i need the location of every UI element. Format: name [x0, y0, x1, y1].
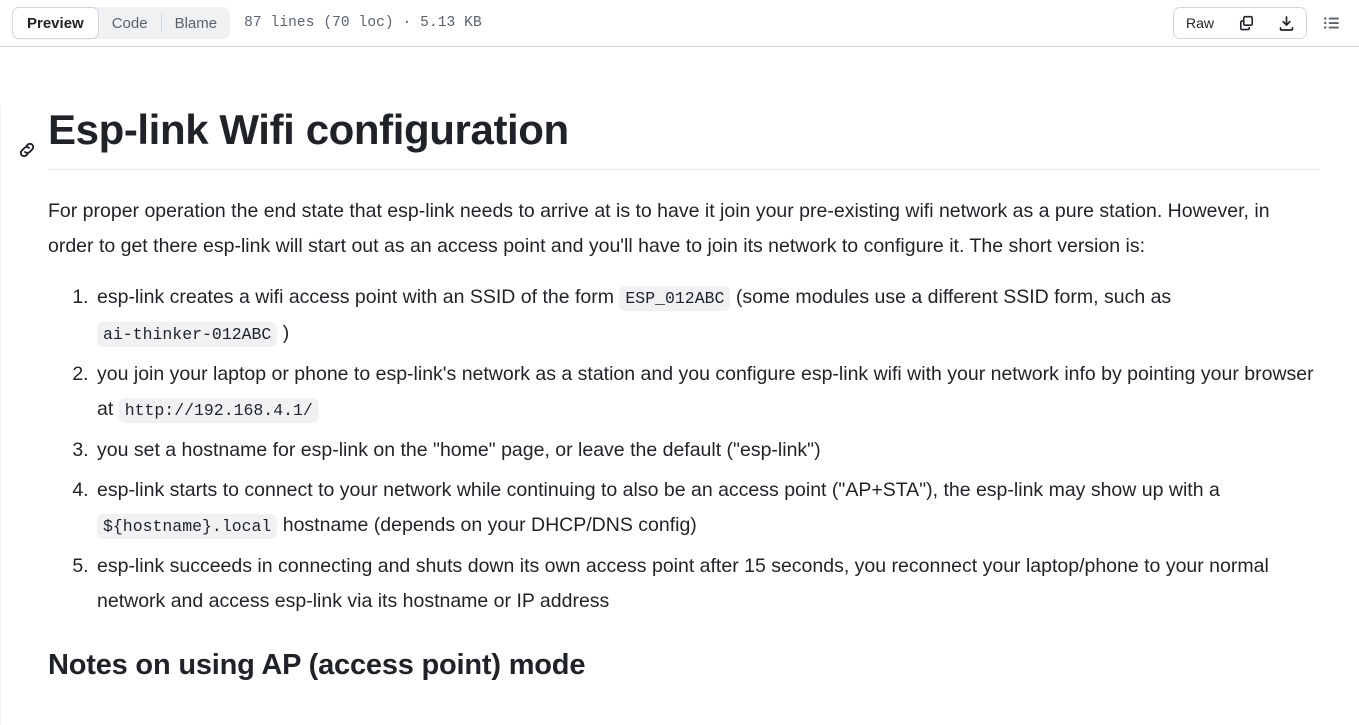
raw-button[interactable]: Raw [1173, 8, 1226, 38]
list-item: you set a hostname for esp-link on the "… [94, 433, 1319, 468]
content-left-divider [0, 105, 1, 725]
list-item: esp-link succeeds in connecting and shut… [94, 549, 1319, 619]
file-toolbar: Preview Code Blame 87 lines (70 loc) · 5… [0, 0, 1359, 47]
steps-list: esp-link creates a wifi access point wit… [48, 280, 1319, 619]
page-title-text: Esp-link Wifi configuration [48, 106, 569, 153]
list-item: esp-link creates a wifi access point wit… [94, 280, 1319, 352]
tab-preview[interactable]: Preview [12, 7, 99, 39]
view-mode-segmented-control[interactable]: Preview Code Blame [12, 7, 231, 39]
anchor-link-icon[interactable] [17, 121, 37, 158]
inline-code: ${hostname}.local [97, 514, 278, 540]
file-content-area: Esp-link Wifi configuration For proper o… [0, 105, 1359, 725]
toolbar-actions: Raw [1172, 7, 1347, 39]
page-title: Esp-link Wifi configuration [19, 105, 1319, 171]
copy-icon[interactable] [1226, 8, 1266, 38]
tab-code[interactable]: Code [99, 7, 161, 39]
file-line-count-and-size: 87 lines (70 loc) · 5.13 KB [244, 15, 482, 31]
tab-blame[interactable]: Blame [162, 7, 231, 39]
intro-paragraph: For proper operation the end state that … [48, 200, 1270, 258]
list-item: esp-link starts to connect to your netwo… [94, 473, 1319, 544]
download-icon[interactable] [1266, 8, 1306, 38]
list-item: you join your laptop or phone to esp-lin… [94, 357, 1319, 428]
inline-code: http://192.168.4.1/ [118, 398, 319, 424]
raw-copy-download-group[interactable]: Raw [1172, 7, 1307, 39]
outline-list-icon[interactable] [1317, 8, 1347, 38]
inline-code: ESP_012ABC [619, 286, 731, 312]
markdown-article: Esp-link Wifi configuration For proper o… [0, 105, 1343, 684]
section-heading-notes-ap-mode: Notes on using AP (access point) mode [48, 649, 586, 682]
inline-code: ai-thinker-012ABC [97, 322, 278, 348]
